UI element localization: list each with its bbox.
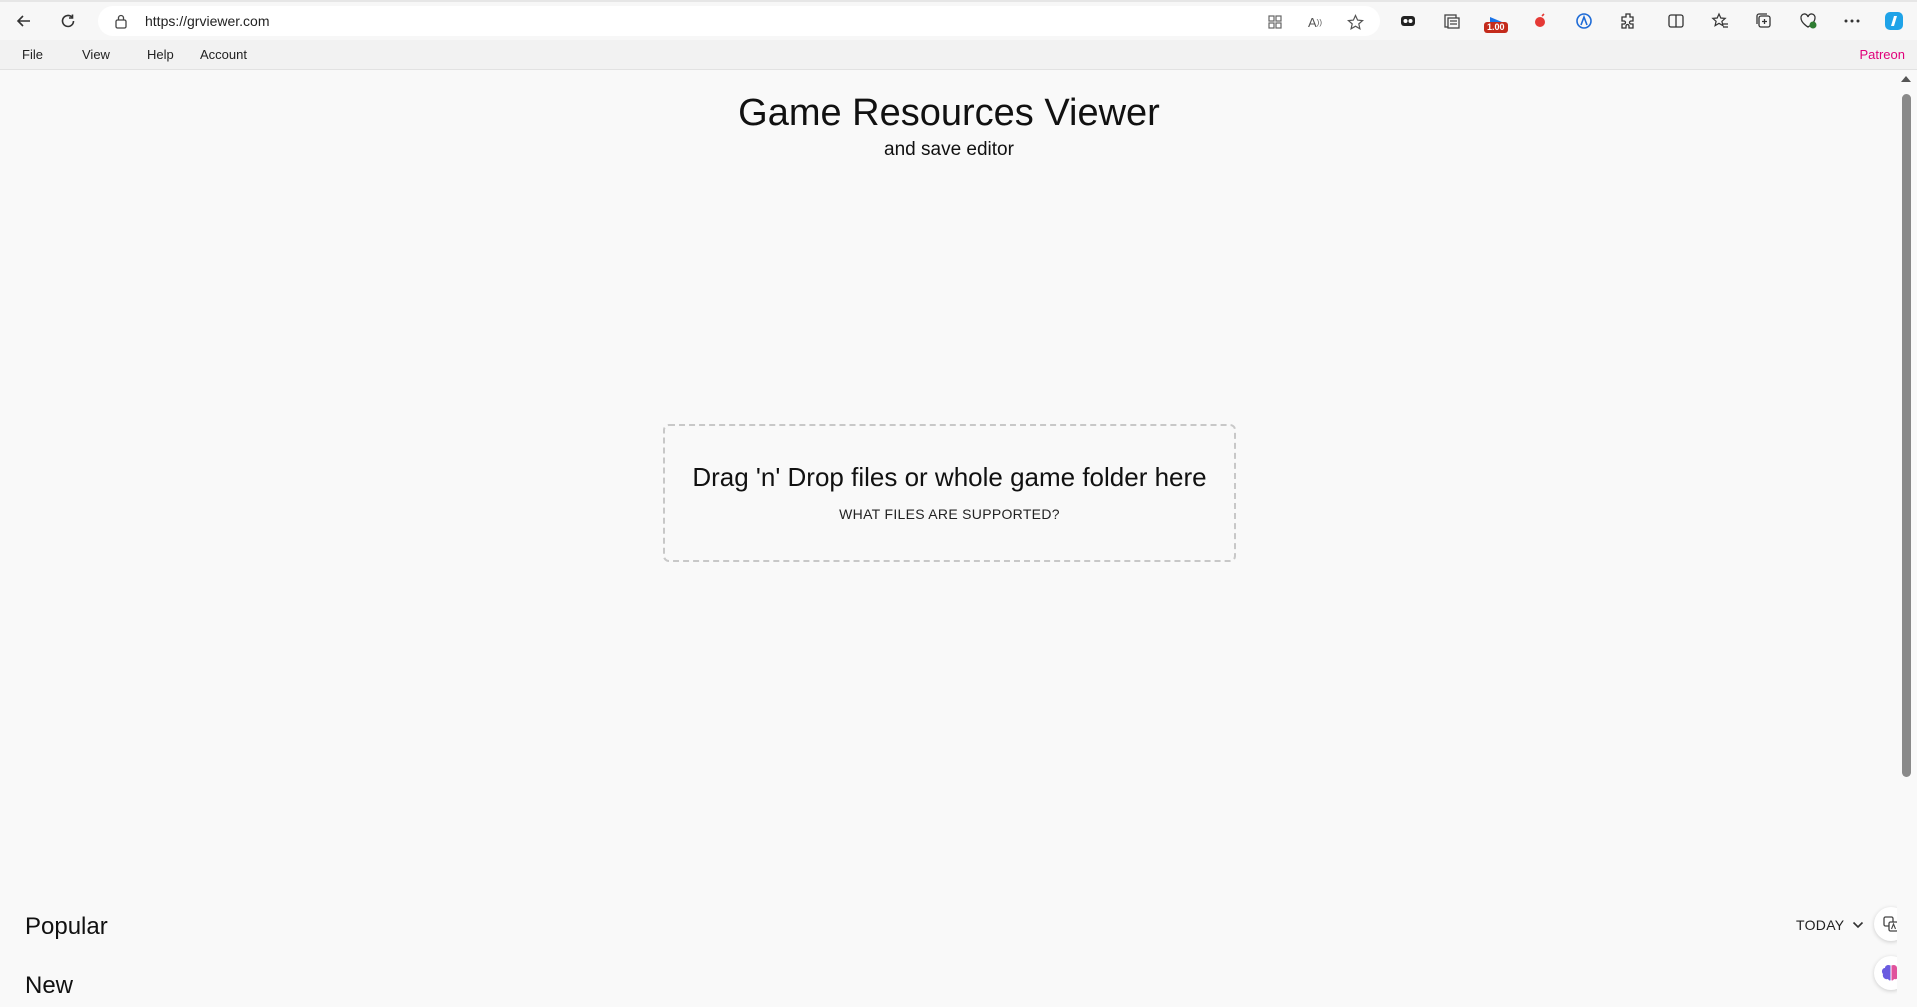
- patreon-link[interactable]: Patreon: [1859, 47, 1905, 62]
- extension-2-icon[interactable]: [1440, 9, 1464, 33]
- back-button[interactable]: [9, 8, 39, 34]
- favorites-icon[interactable]: [1708, 9, 1732, 33]
- dropzone-text: Drag 'n' Drop files or whole game folder…: [692, 462, 1207, 492]
- extension-1-icon[interactable]: [1396, 9, 1420, 33]
- refresh-button[interactable]: [53, 8, 83, 34]
- more-icon[interactable]: [1840, 9, 1864, 33]
- split-screen-icon[interactable]: [1664, 9, 1688, 33]
- back-icon: [16, 15, 30, 27]
- browser-toolbar: https://grviewer.com A)) 1.00: [0, 0, 1917, 40]
- page-subtitle: and save editor: [884, 139, 1014, 160]
- extension-5-icon[interactable]: [1572, 9, 1596, 33]
- supported-files-link[interactable]: WHAT FILES ARE SUPPORTED?: [665, 506, 1234, 522]
- browser-essentials-icon[interactable]: [1796, 9, 1820, 33]
- popular-heading: Popular: [25, 913, 108, 940]
- extensions-puzzle-icon[interactable]: [1616, 9, 1640, 33]
- extension-badge: 1.00: [1484, 22, 1508, 33]
- read-aloud-icon[interactable]: A)): [1304, 12, 1326, 32]
- period-select[interactable]: TODAY: [1796, 917, 1864, 933]
- scroll-up-arrow-icon[interactable]: [1901, 76, 1911, 82]
- extension-4-icon[interactable]: [1528, 9, 1552, 33]
- menu-account[interactable]: Account: [200, 47, 247, 62]
- period-select-value: TODAY: [1796, 917, 1845, 933]
- file-dropzone[interactable]: Drag 'n' Drop files or whole game folder…: [663, 424, 1236, 562]
- menu-view[interactable]: View: [82, 47, 110, 62]
- copilot-icon[interactable]: [1882, 9, 1906, 33]
- address-bar[interactable]: https://grviewer.com A)): [98, 6, 1380, 36]
- app-menubar: File View Help Account Patreon: [0, 40, 1917, 70]
- new-heading: New: [25, 972, 74, 999]
- scroll-thumb[interactable]: [1902, 94, 1911, 777]
- refresh-icon: [61, 14, 75, 28]
- url-text[interactable]: https://grviewer.com: [145, 13, 270, 29]
- menu-help[interactable]: Help: [147, 47, 174, 62]
- app-available-icon[interactable]: [1264, 12, 1286, 32]
- favorite-star-icon[interactable]: [1344, 12, 1366, 32]
- chevron-down-icon: [1853, 921, 1864, 929]
- page-title: Game Resources Viewer: [738, 92, 1160, 134]
- page-scrollbar[interactable]: [1897, 70, 1917, 1007]
- lock-icon: [114, 13, 128, 34]
- menu-file[interactable]: File: [22, 47, 43, 62]
- collections-icon[interactable]: [1752, 9, 1776, 33]
- tab-strip-line: [0, 0, 1917, 2]
